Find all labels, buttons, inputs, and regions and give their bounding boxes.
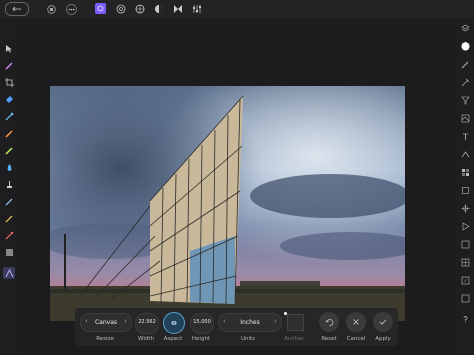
layers-icon[interactable] [459, 22, 471, 34]
reset-button[interactable] [319, 312, 339, 332]
close-icon [353, 319, 359, 325]
aspect-lock-button[interactable] [163, 312, 185, 334]
left-tools-panel [0, 18, 18, 355]
rectangle-tool-icon[interactable] [3, 246, 15, 258]
cancel-label: Cancel [346, 336, 366, 342]
document-icon[interactable] [44, 3, 58, 15]
smudge-icon[interactable] [3, 161, 15, 173]
reset-label: Reset [321, 336, 337, 342]
height-field[interactable]: 15.000 [190, 313, 214, 334]
sliders-icon[interactable] [190, 3, 204, 15]
resize-mode-value: Canvas [94, 319, 118, 326]
photo-persona-icon[interactable] [95, 3, 106, 14]
apply-label: Apply [375, 336, 391, 342]
info-icon[interactable] [459, 274, 471, 286]
text-icon[interactable] [459, 148, 471, 160]
eraser-icon[interactable] [3, 144, 15, 156]
height-label: Height [191, 336, 211, 342]
move-tool-icon[interactable] [3, 42, 15, 54]
flood-fill-tool-icon[interactable] [3, 93, 15, 105]
top-toolbar [0, 0, 474, 18]
resize-document-panel: ‹ Canvas › Resize 22.562 Width Aspect 15… [75, 308, 398, 346]
undo-icon [325, 318, 333, 326]
aspect-label: Aspect [163, 336, 183, 342]
play-icon[interactable] [459, 220, 471, 232]
clone-icon[interactable] [3, 178, 15, 190]
chain-link-icon [171, 321, 177, 325]
canvas-photo[interactable] [50, 86, 405, 321]
dodge-icon[interactable] [3, 212, 15, 224]
checkmark-icon [379, 319, 387, 325]
macro-icon[interactable] [459, 292, 471, 304]
apply-button[interactable] [373, 312, 393, 332]
chevron-right-icon[interactable]: › [274, 317, 277, 325]
tone-mapping-persona-icon[interactable] [152, 3, 166, 15]
height-value: 15.000 [193, 319, 211, 325]
more-icon[interactable] [64, 3, 78, 15]
channels-icon[interactable] [459, 238, 471, 250]
width-value: 22.562 [138, 319, 156, 325]
stock-icon[interactable] [459, 112, 471, 124]
crop-tool-icon[interactable] [3, 76, 15, 88]
back-arrow-icon[interactable] [5, 2, 29, 16]
width-field[interactable]: 22.562 [135, 313, 159, 334]
right-studio-panel [456, 18, 474, 355]
resize-mode-selector[interactable]: ‹ Canvas › [80, 313, 132, 332]
filter-icon[interactable] [459, 94, 471, 106]
history-icon[interactable] [459, 76, 471, 88]
color-icon[interactable] [459, 40, 471, 52]
brushes-icon[interactable] [459, 58, 471, 70]
healing-icon[interactable] [3, 195, 15, 207]
brush-tool-icon[interactable] [3, 59, 15, 71]
chevron-right-icon[interactable]: › [124, 317, 127, 325]
paint-brush-icon[interactable] [3, 127, 15, 139]
chevron-left-icon[interactable]: ‹ [85, 317, 88, 325]
navigator-icon[interactable] [459, 202, 471, 214]
swatches-icon[interactable] [459, 166, 471, 178]
width-label: Width [138, 336, 154, 342]
transform-icon[interactable] [459, 184, 471, 196]
export-persona-icon[interactable] [171, 3, 185, 15]
develop-persona-icon[interactable] [133, 3, 147, 15]
units-value: Inches [240, 319, 260, 326]
chevron-left-icon[interactable]: ‹ [223, 317, 226, 325]
selection-icon[interactable] [3, 229, 15, 241]
anchor-label: Anchor [284, 336, 304, 342]
anchor-point-icon[interactable] [284, 312, 287, 315]
units-label: Units [240, 336, 256, 342]
cancel-button[interactable] [346, 312, 366, 332]
anchor-grid[interactable] [287, 314, 304, 331]
units-selector[interactable]: ‹ Inches › [218, 313, 282, 332]
color-picker-icon[interactable] [3, 110, 15, 122]
gradient-icon[interactable] [3, 267, 15, 279]
character-icon[interactable] [459, 130, 471, 142]
liquify-persona-icon[interactable] [114, 3, 128, 15]
grid-icon[interactable] [459, 256, 471, 268]
resize-label: Resize [96, 336, 114, 342]
help-icon[interactable] [459, 313, 471, 325]
